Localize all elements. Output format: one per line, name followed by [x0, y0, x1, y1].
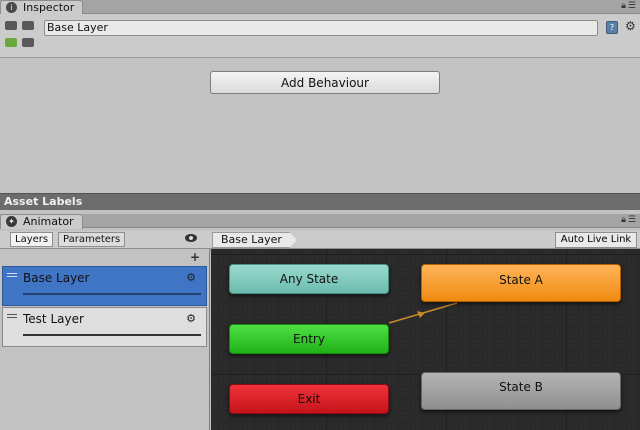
drag-handle-icon[interactable]: [7, 314, 17, 318]
layer-name: Test Layer: [23, 312, 84, 326]
eye-icon[interactable]: [185, 234, 197, 242]
inspector-header: Base Layer ? ⚙: [0, 14, 640, 58]
animator-tab-label: Animator: [23, 215, 74, 228]
add-layer-button[interactable]: +: [190, 250, 200, 264]
info-circle-icon: i: [6, 2, 17, 13]
layer-item-test[interactable]: Test Layer ⚙: [2, 307, 207, 347]
tab-layers[interactable]: Layers: [10, 232, 54, 247]
animator-toolbar: Layers Parameters Base Layer Auto Live L…: [0, 231, 640, 249]
state-node-state-a[interactable]: State A: [421, 264, 621, 302]
gear-icon[interactable]: ⚙: [186, 271, 196, 284]
layer-weight-bar: [23, 293, 201, 295]
animator-icon: ✦: [6, 216, 17, 227]
state-node-entry[interactable]: Entry: [229, 324, 389, 354]
animator-layer-icon: [5, 19, 37, 51]
menu-icon[interactable]: ☰: [628, 215, 638, 225]
layer-weight-bar: [23, 334, 201, 336]
animator-tab[interactable]: ✦ Animator: [0, 214, 83, 229]
state-node-state-b[interactable]: State B: [421, 372, 621, 410]
state-node-exit[interactable]: Exit: [229, 384, 389, 414]
animator-tab-tools: 🔒︎☰: [621, 215, 638, 225]
inspector-body: Add Behaviour: [0, 59, 640, 193]
breadcrumb[interactable]: Base Layer: [212, 232, 297, 248]
drag-handle-icon[interactable]: [7, 273, 17, 277]
layers-panel: + Base Layer ⚙ Test Layer ⚙: [0, 249, 210, 430]
inspector-tab[interactable]: i Inspector: [0, 0, 84, 15]
layer-name-field[interactable]: Base Layer: [44, 20, 598, 36]
gear-icon[interactable]: ⚙: [186, 312, 196, 325]
tab-parameters[interactable]: Parameters: [58, 232, 126, 247]
asset-labels-header[interactable]: Asset Labels: [0, 193, 640, 210]
state-machine-graph[interactable]: Any State Entry Exit State A State B: [211, 249, 640, 430]
inspector-tab-label: Inspector: [23, 1, 75, 14]
add-behaviour-button[interactable]: Add Behaviour: [210, 71, 440, 94]
state-node-any-state[interactable]: Any State: [229, 264, 389, 294]
help-book-icon[interactable]: ?: [606, 21, 618, 34]
inspector-tab-tools: 🔒︎☰: [621, 1, 638, 11]
layer-name: Base Layer: [23, 271, 90, 285]
layer-item-base[interactable]: Base Layer ⚙: [2, 266, 207, 306]
lock-icon[interactable]: 🔒︎: [621, 1, 628, 11]
menu-icon[interactable]: ☰: [628, 1, 638, 11]
auto-live-link-button[interactable]: Auto Live Link: [555, 232, 637, 248]
gear-icon[interactable]: ⚙: [625, 19, 636, 33]
inspector-tab-bar: i Inspector 🔒︎☰: [0, 0, 640, 15]
animator-tab-bar: ✦ Animator 🔒︎☰: [0, 214, 640, 229]
lock-icon[interactable]: 🔒︎: [621, 215, 628, 225]
